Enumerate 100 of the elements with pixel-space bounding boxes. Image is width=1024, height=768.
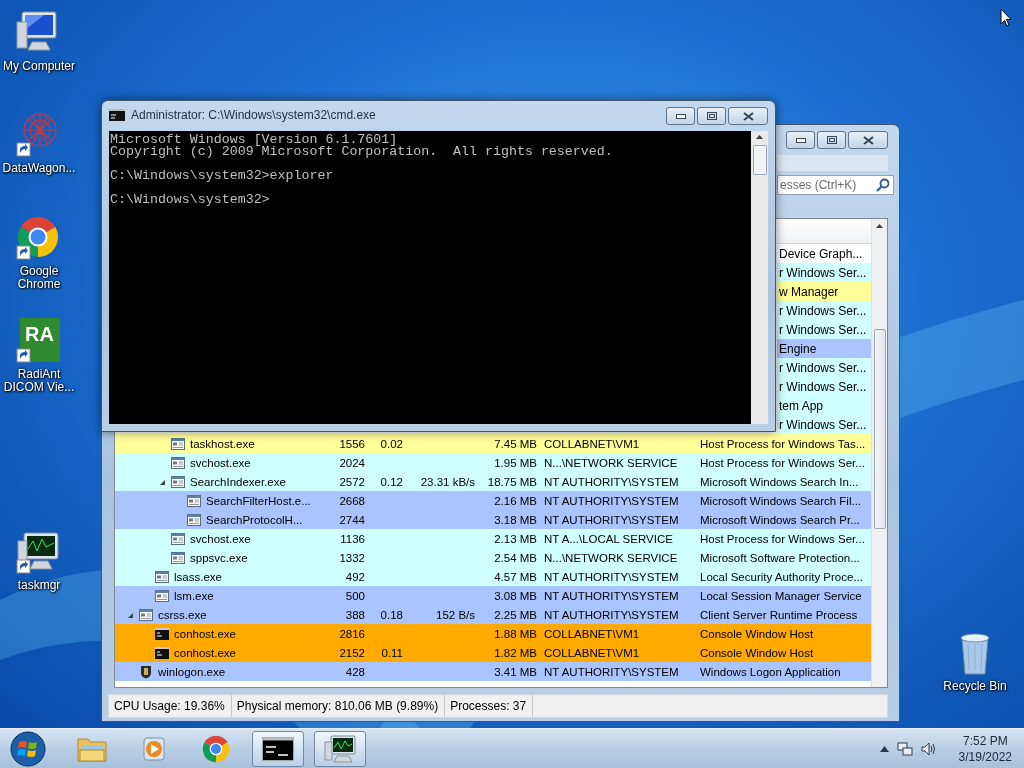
user-cell: COLLABNET\VM1 bbox=[544, 437, 640, 450]
description-cell: r Windows Ser... bbox=[779, 265, 867, 280]
status-text: Physical memory: 810.06 MB (9.89%) bbox=[231, 695, 446, 717]
process-row[interactable]: SearchFilterHost.e... 2668 2.16 MB NT AUTHORITY\SYSTEM Microsoft Windows Search Fil... bbox=[115, 491, 871, 510]
window-icon bbox=[139, 608, 153, 621]
process-row[interactable]: r Windows Ser... bbox=[777, 301, 871, 320]
expand-arrow-icon[interactable] bbox=[127, 611, 134, 619]
console-icon bbox=[262, 736, 294, 761]
pid-cell: 2024 bbox=[339, 456, 365, 469]
taskbar-button[interactable] bbox=[252, 730, 304, 767]
window-icon bbox=[155, 589, 169, 602]
process-row[interactable]: r Windows Ser... bbox=[777, 320, 871, 339]
process-name: SearchProtocolH... bbox=[206, 513, 303, 526]
desktop-icon-label[interactable]: taskmgr bbox=[17, 579, 61, 592]
desktop-icon-label[interactable]: My Computer bbox=[3, 60, 75, 73]
memory-cell: 7.45 MB bbox=[494, 437, 537, 450]
start-button[interactable] bbox=[8, 729, 48, 768]
process-name: lsass.exe bbox=[174, 570, 222, 583]
window-icon bbox=[171, 551, 185, 564]
process-row[interactable]: w Manager bbox=[777, 282, 871, 301]
process-name: svchost.exe bbox=[190, 532, 251, 545]
maximize-icon bbox=[826, 136, 837, 144]
memory-cell: 2.16 MB bbox=[494, 494, 537, 507]
description-cell: Local Security Authority Proce... bbox=[700, 570, 863, 583]
minimize-button[interactable] bbox=[666, 107, 695, 125]
console-output: Microsoft Windows [Version 6.1.7601] Copyright (c) 2009 Microsoft Corporation. All rights reserved. C:\Windows\system32>explorer C:\Windows\system32> bbox=[110, 134, 614, 209]
description-cell: w Manager bbox=[779, 284, 839, 299]
io-cell: 152 B/s bbox=[436, 608, 475, 621]
pid-cell: 2744 bbox=[339, 513, 365, 526]
process-row[interactable]: sppsvc.exe 1332 2.54 MB N...\NETWORK SERVICE Microsoft Software Protection... bbox=[115, 548, 871, 567]
console-icon bbox=[155, 646, 169, 659]
process-row[interactable]: taskhost.exe 1556 0.02 7.45 MB COLLABNET\VM1 Host Process for Windows Tas... bbox=[115, 434, 871, 453]
description-cell: Local Session Manager Service bbox=[700, 589, 862, 602]
memory-cell: 3.41 MB bbox=[494, 665, 537, 678]
console-icon bbox=[155, 627, 169, 640]
scrollbar[interactable] bbox=[871, 219, 887, 687]
search-field[interactable]: esses (Ctrl+K) bbox=[777, 175, 894, 195]
cpu-cell: 0.11 bbox=[381, 646, 403, 659]
memory-cell: 2.25 MB bbox=[494, 608, 537, 621]
user-cell: N...\NETWORK SERVICE bbox=[544, 551, 678, 564]
process-row[interactable]: r Windows Ser... bbox=[777, 263, 871, 282]
description-cell: Microsoft Windows Search Pr... bbox=[700, 513, 860, 526]
pid-cell: 2668 bbox=[339, 494, 365, 507]
process-row[interactable]: conhost.exe 2152 0.11 1.82 MB COLLABNET\VM1 Console Window Host bbox=[115, 643, 871, 662]
process-name: SearchFilterHost.e... bbox=[206, 494, 311, 507]
maximize-button[interactable] bbox=[697, 107, 726, 125]
show-hidden-icons-icon[interactable] bbox=[879, 745, 889, 752]
user-cell: N...\NETWORK SERVICE bbox=[544, 456, 678, 469]
description-cell: Device Graph... bbox=[779, 246, 863, 261]
status-text: Processes: 37 bbox=[445, 695, 534, 717]
volume-icon[interactable] bbox=[920, 740, 937, 757]
pid-cell: 2816 bbox=[339, 627, 365, 640]
clock[interactable]: 7:52 PM 3/19/2022 bbox=[954, 732, 1016, 765]
process-row[interactable]: r Windows Ser... bbox=[777, 358, 871, 377]
close-button[interactable] bbox=[728, 107, 768, 125]
description-cell: Windows Logon Application bbox=[700, 665, 841, 678]
taskbar-button[interactable] bbox=[314, 730, 366, 767]
process-name: csrss.exe bbox=[158, 608, 207, 621]
process-row[interactable]: lsass.exe 492 4.57 MB NT AUTHORITY\SYSTEM Local Security Authority Proce... bbox=[115, 567, 871, 586]
status-text: CPU Usage: 19.36% bbox=[109, 695, 232, 717]
process-row[interactable]: conhost.exe 2816 1.88 MB COLLABNET\VM1 Console Window Host bbox=[115, 624, 871, 643]
desktop-icon-label[interactable]: Recycle Bin bbox=[943, 680, 1007, 693]
process-row[interactable]: svchost.exe 1136 2.13 MB NT A...\LOCAL SERVICE Host Process for Windows Ser... bbox=[115, 529, 871, 548]
user-cell: COLLABNET\VM1 bbox=[544, 646, 640, 659]
scrollbar[interactable] bbox=[751, 131, 768, 424]
description-cell: Microsoft Software Protection... bbox=[700, 551, 860, 564]
maximize-button[interactable] bbox=[817, 131, 846, 149]
desktop-icon-label[interactable]: Google Chrome bbox=[1, 265, 77, 291]
description-cell: Engine bbox=[779, 341, 817, 356]
network-icon[interactable] bbox=[896, 740, 913, 757]
pid-cell: 500 bbox=[345, 589, 365, 602]
pid-cell: 1556 bbox=[339, 437, 365, 450]
process-row[interactable]: r Windows Ser... bbox=[777, 377, 871, 396]
description-cell: r Windows Ser... bbox=[779, 379, 867, 394]
user-cell: NT A...\LOCAL SERVICE bbox=[544, 532, 673, 545]
scroll-thumb[interactable] bbox=[752, 145, 767, 175]
process-row[interactable]: SearchIndexer.exe 2572 0.12 23.31 kB/s 18.75 MB NT AUTHORITY\SYSTEM Microsoft Windows Search In... bbox=[115, 472, 871, 491]
pid-cell: 388 bbox=[345, 608, 365, 621]
description-cell: r Windows Ser... bbox=[779, 417, 867, 432]
desktop-icon-label[interactable]: DataWagon... bbox=[2, 162, 76, 175]
process-row[interactable]: svchost.exe 2024 1.95 MB N...\NETWORK SERVICE Host Process for Windows Ser... bbox=[115, 453, 871, 472]
close-button[interactable] bbox=[848, 131, 888, 149]
pointer-icon bbox=[1000, 8, 1012, 27]
minimize-button[interactable] bbox=[786, 131, 815, 149]
process-row[interactable]: lsm.exe 500 3.08 MB NT AUTHORITY\SYSTEM Local Session Manager Service bbox=[115, 586, 871, 605]
process-row[interactable]: Engine bbox=[777, 339, 871, 358]
description-cell: r Windows Ser... bbox=[779, 360, 867, 375]
process-row[interactable]: csrss.exe 388 0.18 152 B/s 2.25 MB NT AUTHORITY\SYSTEM Client Server Runtime Process bbox=[115, 605, 871, 624]
expand-arrow-icon[interactable] bbox=[159, 478, 166, 486]
process-row[interactable]: tem App bbox=[777, 396, 871, 415]
process-row[interactable]: winlogon.exe 428 3.41 MB NT AUTHORITY\SYSTEM Windows Logon Application bbox=[115, 662, 871, 681]
process-name: conhost.exe bbox=[174, 646, 236, 659]
close-icon bbox=[862, 135, 874, 145]
desktop-icon-label[interactable]: RadiAnt DICOM Vie... bbox=[1, 368, 77, 394]
scroll-thumb[interactable] bbox=[873, 329, 886, 529]
console-icon bbox=[109, 109, 125, 121]
description-cell: Client Server Runtime Process bbox=[700, 608, 858, 621]
process-row[interactable]: SearchProtocolH... 2744 3.18 MB NT AUTHORITY\SYSTEM Microsoft Windows Search Pr... bbox=[115, 510, 871, 529]
process-row[interactable]: r Windows Ser... bbox=[777, 415, 871, 434]
process-name: lsm.exe bbox=[174, 589, 214, 602]
